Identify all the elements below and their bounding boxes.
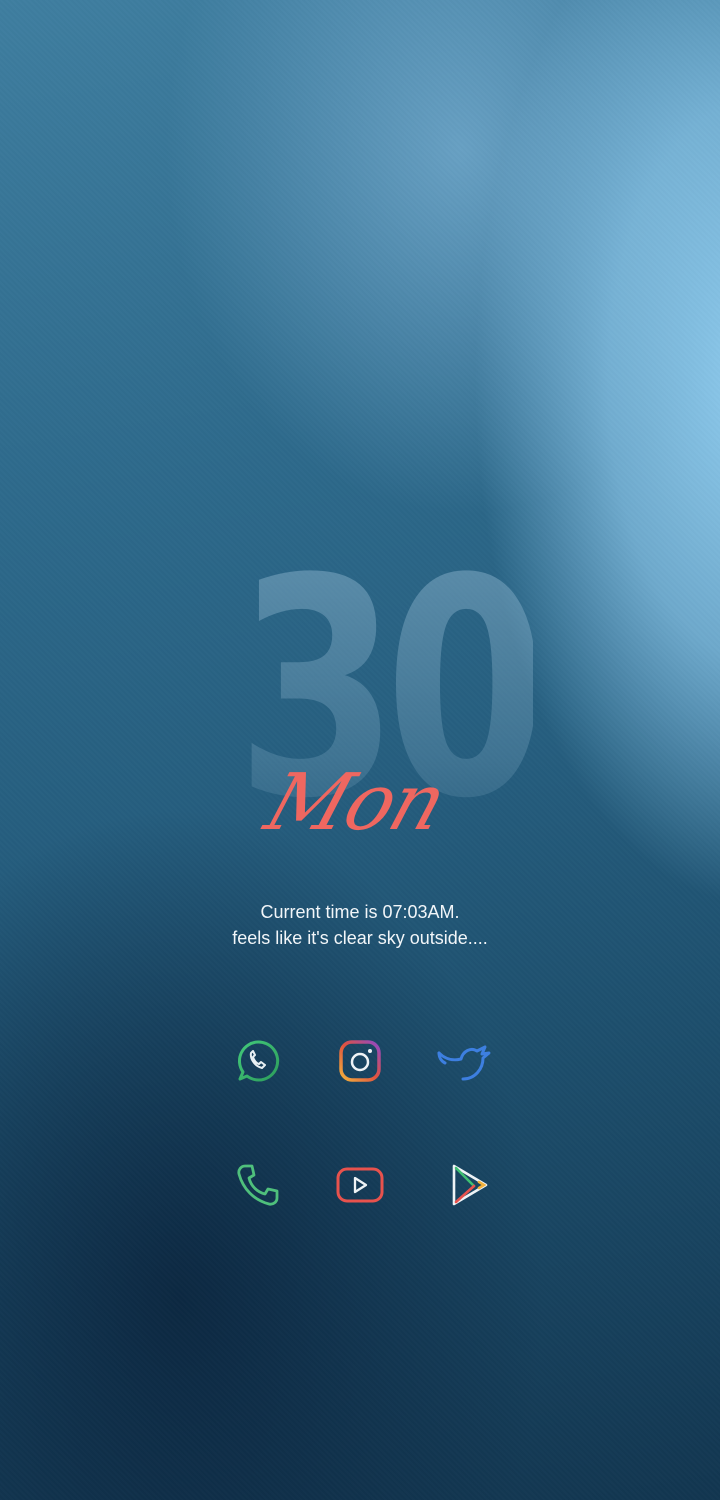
twitter-icon[interactable] — [434, 1031, 494, 1091]
play-store-icon[interactable] — [438, 1155, 498, 1215]
whatsapp-icon[interactable] — [228, 1031, 288, 1091]
weather-text: feels like it's clear sky outside.... — [232, 928, 488, 948]
phone-icon[interactable] — [228, 1155, 288, 1215]
youtube-icon[interactable] — [330, 1155, 390, 1215]
instagram-icon[interactable] — [330, 1031, 390, 1091]
day-name: Mon — [255, 758, 456, 848]
current-time-text: Current time is 07:03AM. — [260, 902, 460, 922]
